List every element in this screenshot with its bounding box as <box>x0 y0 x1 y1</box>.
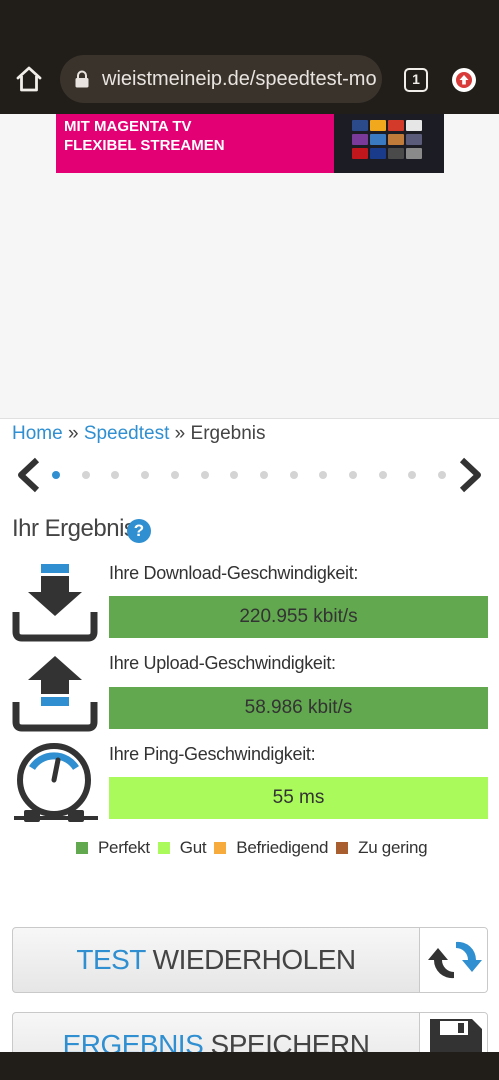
tab-switcher-icon[interactable]: 1 <box>404 68 428 92</box>
carousel-dot[interactable] <box>111 471 120 479</box>
tv-image <box>334 114 444 173</box>
repeat-test-accent: TEST <box>76 944 146 975</box>
lock-icon <box>74 70 90 88</box>
upload-label: Ihre Upload-Geschwindigkeit: <box>109 653 336 673</box>
status-bar <box>0 0 499 44</box>
carousel <box>0 455 499 495</box>
download-label: Ihre Download-Geschwindigkeit: <box>109 563 359 583</box>
carousel-dot[interactable] <box>319 471 328 479</box>
repeat-test-rest: WIEDERHOLEN <box>145 944 356 975</box>
breadcrumb-current: Ergebnis <box>190 423 266 444</box>
repeat-test-button[interactable]: TEST WIEDERHOLEN <box>12 927 488 993</box>
breadcrumb: Home » Speedtest » Ergebnis <box>12 423 266 445</box>
breadcrumb-speedtest-link[interactable]: Speedtest <box>84 423 170 444</box>
ad-banner[interactable]: MIT MAGENTA TV FLEXIBEL STREAMEN <box>56 114 444 173</box>
breadcrumb-separator: » <box>62 423 84 444</box>
carousel-dot[interactable] <box>200 471 209 479</box>
legend-item: Gut <box>157 838 207 858</box>
ad-text: MIT MAGENTA TV FLEXIBEL STREAMEN <box>64 117 225 155</box>
home-icon[interactable] <box>14 64 44 94</box>
legend-label: Befriedigend <box>236 838 329 857</box>
repeat-test-label: TEST WIEDERHOLEN <box>13 928 419 992</box>
legend-swatch <box>214 842 227 854</box>
chevron-right-icon[interactable] <box>456 457 486 493</box>
legend-item: Befriedigend <box>214 838 328 858</box>
legend-item: Perfekt <box>76 838 150 858</box>
carousel-dot[interactable] <box>141 471 150 479</box>
refresh-icon <box>419 928 487 992</box>
carousel-dot[interactable] <box>289 471 298 479</box>
upload-speed-bar: 58.986 kbit/s <box>109 687 488 729</box>
legend-label: Perfekt <box>98 838 150 857</box>
url-text[interactable]: wieistmeineip.de/speedtest-mo <box>102 68 377 92</box>
legend-swatch <box>157 842 170 854</box>
ping-label: Ihre Ping-Geschwindigkeit: <box>109 744 316 764</box>
legend-item: Zu gering <box>336 838 428 858</box>
download-speed-bar: 220.955 kbit/s <box>109 596 488 638</box>
legend-swatch <box>76 842 88 854</box>
ad-area: MIT MAGENTA TV FLEXIBEL STREAMEN <box>0 114 499 419</box>
carousel-dot[interactable] <box>378 471 387 479</box>
legend-label: Zu gering <box>358 838 428 857</box>
browser-toolbar: wieistmeineip.de/speedtest-mo 1 <box>0 44 499 114</box>
system-nav-bar <box>0 1052 499 1080</box>
carousel-dot[interactable] <box>170 471 179 479</box>
carousel-dot[interactable] <box>349 471 357 479</box>
carousel-dot[interactable] <box>259 471 268 479</box>
carousel-dot[interactable] <box>81 471 90 479</box>
help-icon[interactable]: ? <box>127 519 151 543</box>
legend-label: Gut <box>179 838 207 857</box>
ping-gauge-icon <box>10 740 100 830</box>
result-title: Ihr Ergebnis <box>12 515 136 542</box>
upload-icon <box>10 650 100 740</box>
ad-line-1: MIT MAGENTA TV <box>64 118 192 135</box>
breadcrumb-separator: » <box>169 423 191 444</box>
carousel-dot[interactable] <box>52 471 60 479</box>
download-icon <box>10 560 100 650</box>
ad-line-2: FLEXIBEL STREAMEN <box>64 137 225 154</box>
ping-speed-bar: 55 ms <box>109 777 488 819</box>
carousel-dot[interactable] <box>438 471 447 479</box>
url-bar[interactable]: wieistmeineip.de/speedtest-mo <box>60 55 382 103</box>
chevron-left-icon[interactable] <box>13 457 43 493</box>
legend: Perfekt Gut Befriedigend Zu gering <box>76 838 435 862</box>
carousel-dot[interactable] <box>408 471 417 479</box>
legend-swatch <box>336 842 349 854</box>
extension-icon[interactable] <box>452 68 476 92</box>
carousel-dot[interactable] <box>230 471 239 479</box>
breadcrumb-home-link[interactable]: Home <box>12 423 63 444</box>
